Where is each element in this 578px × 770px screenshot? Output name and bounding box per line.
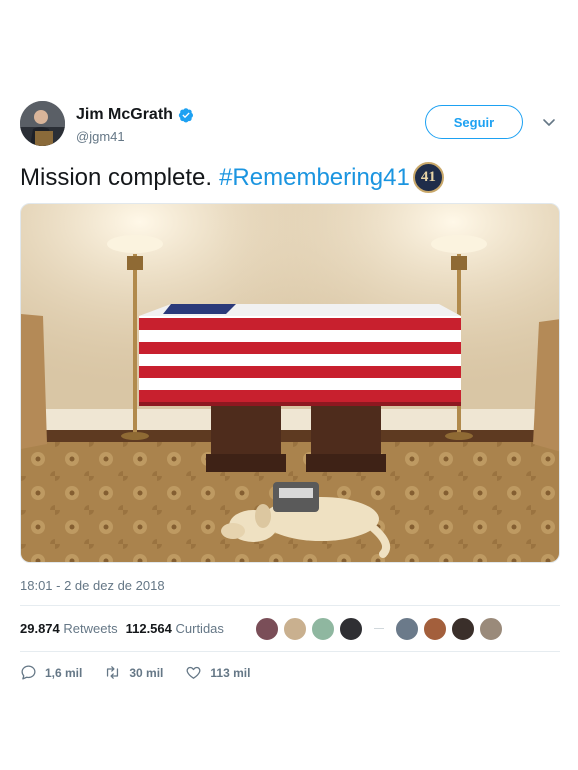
liker-avatar[interactable] xyxy=(479,617,503,641)
tweet-header: Jim McGrath @jgm41 Seguir xyxy=(20,101,560,151)
tweet-body: Mission complete. xyxy=(20,163,213,191)
like-button[interactable]: 113 mil xyxy=(185,664,250,681)
likes-count: 112.564 xyxy=(125,621,172,636)
reply-button[interactable]: 1,6 mil xyxy=(20,664,82,681)
divider xyxy=(20,651,560,652)
liker-avatar[interactable] xyxy=(283,617,307,641)
tweet-actions: 1,6 mil 30 mil 113 mil xyxy=(20,664,272,681)
divider xyxy=(20,605,560,606)
verified-badge-icon xyxy=(178,108,193,123)
reply-count: 1,6 mil xyxy=(45,665,83,680)
likes-stat[interactable]: 112.564 Curtidas xyxy=(126,621,224,636)
retweets-count: 29.874 xyxy=(20,621,60,636)
retweet-icon xyxy=(107,666,119,679)
author-name-line: Jim McGrath xyxy=(76,106,194,124)
retweets-stat[interactable]: 29.874 Retweets xyxy=(20,621,118,636)
author-avatar[interactable] xyxy=(20,101,65,146)
tweet-timestamp[interactable]: 18:01 - 2 de dez de 2018 xyxy=(20,578,165,593)
hashtag-link[interactable]: #Remembering41 xyxy=(219,164,410,192)
photo-illustration xyxy=(21,204,559,562)
liker-avatars: —— xyxy=(255,617,507,641)
author-handle[interactable]: @jgm41 xyxy=(76,129,125,144)
retweets-label: Retweets xyxy=(63,621,118,636)
liker-avatar[interactable] xyxy=(395,617,419,641)
liker-avatar[interactable] xyxy=(339,617,363,641)
like-icon xyxy=(186,666,201,679)
liker-avatar[interactable] xyxy=(311,617,335,641)
tweet-photo[interactable] xyxy=(20,203,560,563)
like-count: 113 mil xyxy=(210,665,251,680)
tweet-text: Mission complete. #Remembering41 41 xyxy=(20,162,444,193)
liker-avatar[interactable]: —— xyxy=(367,617,391,641)
retweet-button[interactable]: 30 mil xyxy=(104,664,163,681)
chevron-down-icon[interactable] xyxy=(542,115,556,129)
liker-avatar[interactable] xyxy=(423,617,447,641)
author-name[interactable]: Jim McGrath xyxy=(76,106,173,124)
liker-avatar[interactable] xyxy=(451,617,475,641)
likes-label: Curtidas xyxy=(175,621,224,636)
page-background xyxy=(0,700,578,770)
tweet-stats: 29.874 Retweets 112.564 Curtidas xyxy=(20,621,232,636)
reply-icon xyxy=(21,665,36,680)
retweet-count: 30 mil xyxy=(129,665,164,680)
follow-button[interactable]: Seguir xyxy=(425,105,523,139)
hashtag-emoji-icon: 41 xyxy=(412,162,444,193)
liker-avatar[interactable] xyxy=(255,617,279,641)
tweet-card: Jim McGrath @jgm41 Seguir Mission comple… xyxy=(0,0,578,700)
